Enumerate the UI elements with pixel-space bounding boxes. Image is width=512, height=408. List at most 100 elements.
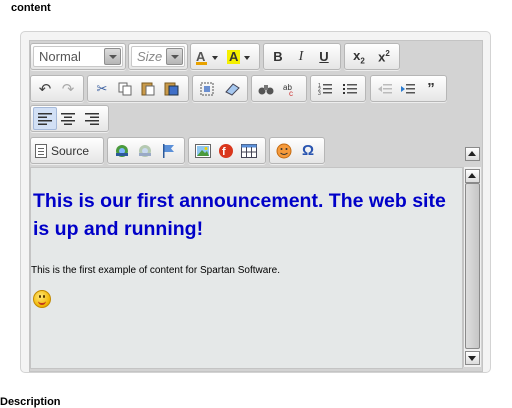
underline-button[interactable]: U [313, 46, 335, 67]
paste-button[interactable] [137, 78, 159, 99]
color-group: A A [190, 43, 260, 70]
subscript-icon: x2 [353, 47, 365, 66]
text-color-button[interactable]: A [193, 46, 221, 67]
content-paragraph: This is the first example of content for… [31, 265, 281, 276]
clipboard-group: ✂ [87, 75, 189, 102]
scroll-thumb[interactable] [465, 183, 480, 349]
align-group [30, 105, 109, 132]
italic-button[interactable]: I [290, 46, 312, 67]
indent-group: ” [370, 75, 447, 102]
smiley-icon [276, 143, 292, 158]
source-button-label: Source [51, 143, 90, 158]
document-icon [35, 143, 47, 158]
paste-word-button[interactable] [160, 78, 182, 99]
numbered-list-button[interactable]: 123 [314, 78, 336, 99]
source-button[interactable]: Source [35, 140, 89, 161]
blockquote-button[interactable]: ” [420, 78, 442, 99]
smiley-button[interactable] [273, 140, 295, 161]
svg-text:3: 3 [318, 91, 321, 96]
superscript-icon: x2 [378, 48, 390, 65]
chevron-down-icon [104, 48, 121, 65]
link-button[interactable] [111, 140, 133, 161]
text-color-icon: A [196, 49, 218, 65]
copy-button[interactable] [114, 78, 136, 99]
outdent-icon [378, 83, 392, 93]
content-heading: This is our first announcement. The web … [33, 190, 446, 240]
svg-text:A: A [229, 49, 239, 64]
scroll-down-button[interactable] [465, 351, 480, 365]
align-center-button[interactable] [57, 108, 79, 129]
indent-button[interactable] [397, 78, 419, 99]
flash-button[interactable]: f [215, 140, 237, 161]
smiley-emoticon-icon [33, 290, 51, 308]
format-group: Normal [30, 43, 126, 70]
background-color-button[interactable]: A [225, 46, 253, 67]
bulleted-list-button[interactable] [339, 78, 361, 99]
field-label-content: content [11, 2, 51, 14]
list-group: 123 [310, 75, 366, 102]
field-label-description: Description [0, 396, 61, 408]
scroll-up-button[interactable] [465, 169, 480, 183]
align-right-button[interactable] [81, 108, 103, 129]
size-dropdown-value: Size [137, 49, 163, 64]
cut-button[interactable]: ✂ [91, 78, 113, 99]
eraser-icon [225, 82, 240, 96]
image-icon [195, 143, 211, 158]
spellcheck-icon: abc [283, 83, 293, 96]
insert-group: f [188, 137, 266, 164]
paste-word-icon [164, 82, 178, 96]
table-button[interactable] [238, 140, 260, 161]
indent-icon [401, 83, 415, 93]
unlink-button[interactable] [134, 140, 156, 161]
align-left-button[interactable] [33, 107, 57, 130]
background-color-icon: A [227, 49, 250, 64]
undo-group: ↶ ↷ [30, 75, 84, 102]
basic-styles-group: B I U [263, 43, 341, 70]
unlink-icon [139, 144, 151, 157]
svg-text:f: f [222, 146, 226, 158]
link-group [107, 137, 185, 164]
toolbar-collapse-button[interactable] [465, 147, 480, 161]
link-icon [116, 144, 128, 157]
superscript-button[interactable]: x2 [373, 46, 395, 67]
format-dropdown-value: Normal [39, 49, 81, 64]
editor-content-area[interactable]: This is our first announcement. The web … [30, 167, 463, 369]
spellcheck-button[interactable]: ab c [280, 78, 302, 99]
image-button[interactable] [192, 140, 214, 161]
content-scrollbar[interactable] [463, 167, 481, 367]
underline-icon: U [319, 49, 329, 64]
size-group: Size [128, 43, 188, 70]
table-icon [241, 143, 257, 158]
quote-icon: ” [427, 80, 435, 97]
select-all-button[interactable] [196, 78, 218, 99]
undo-button[interactable]: ↶ [34, 78, 56, 99]
binoculars-icon [258, 84, 274, 94]
size-dropdown[interactable]: Size [131, 46, 185, 67]
flag-icon [163, 143, 174, 158]
format-dropdown[interactable]: Normal [33, 46, 123, 67]
chevron-down-icon [166, 48, 183, 65]
find-group: ab c [251, 75, 307, 102]
remove-format-button[interactable] [221, 78, 243, 99]
undo-icon: ↶ [38, 80, 52, 98]
bulleted-list-icon [343, 83, 357, 94]
script-group: x2 x2 [344, 43, 400, 70]
anchor-button[interactable] [157, 140, 179, 161]
select-all-icon [200, 82, 214, 95]
bold-button[interactable]: B [267, 46, 289, 67]
outdent-button[interactable] [374, 78, 396, 99]
find-button[interactable] [255, 78, 277, 99]
align-center-icon [61, 112, 75, 125]
svg-text:c: c [289, 89, 293, 96]
omega-icon: Ω [301, 142, 315, 159]
subscript-button[interactable]: x2 [348, 46, 370, 67]
redo-icon: ↷ [61, 80, 75, 98]
flash-icon: f [219, 143, 233, 158]
copy-icon [118, 82, 132, 95]
numbered-list-icon: 123 [318, 83, 332, 96]
scissors-icon: ✂ [96, 80, 108, 96]
align-right-icon [85, 112, 99, 125]
italic-icon: I [298, 48, 304, 64]
redo-button[interactable]: ↷ [57, 78, 79, 99]
special-char-button[interactable]: Ω [297, 140, 319, 161]
